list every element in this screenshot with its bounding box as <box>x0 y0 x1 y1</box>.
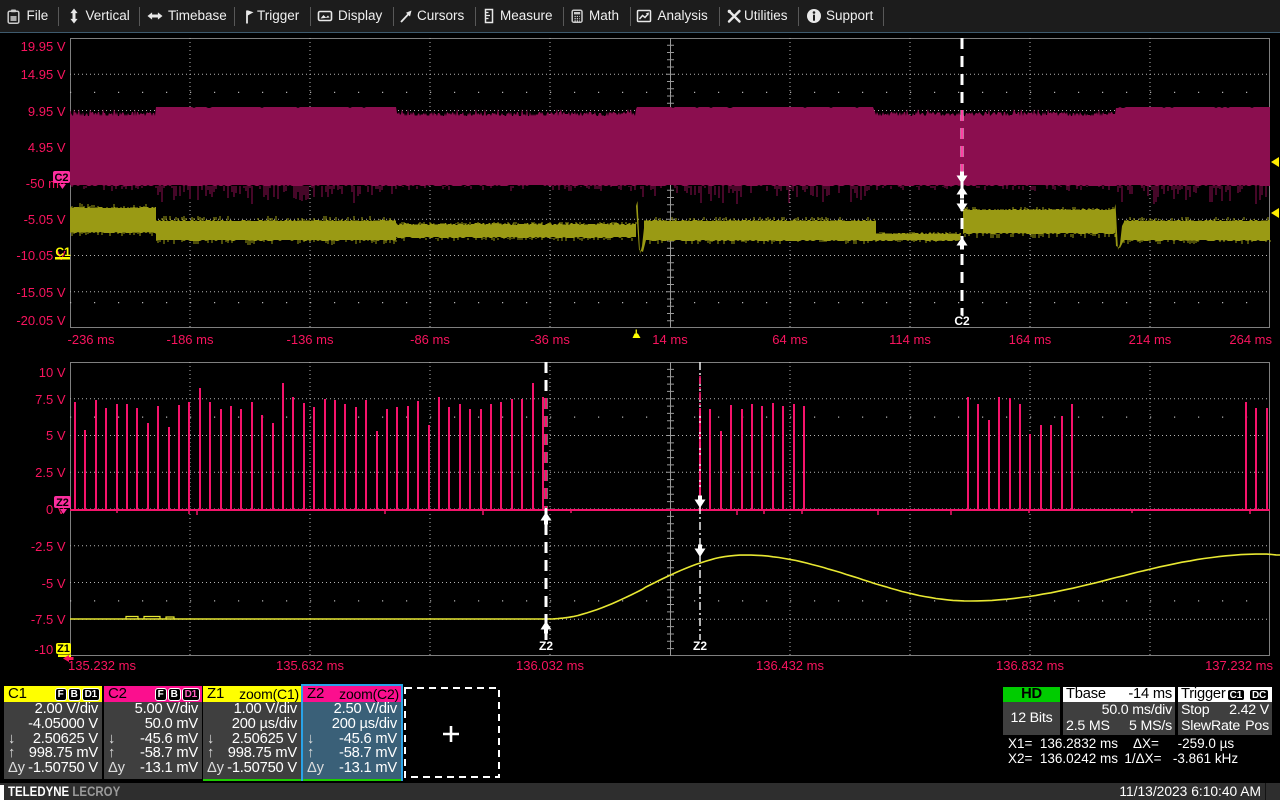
svg-text:Z1: Z1 <box>57 643 70 655</box>
svg-text:-7.5 V: -7.5 V <box>31 612 66 627</box>
svg-text:-186 ms: -186 ms <box>167 332 214 347</box>
svg-text:214 ms: 214 ms <box>1129 332 1172 347</box>
svg-text:264 ms: 264 ms <box>1229 332 1272 347</box>
svg-text:10 V: 10 V <box>39 365 66 380</box>
svg-text:Z2: Z2 <box>56 497 69 509</box>
svg-text:19.95 V: 19.95 V <box>21 39 66 54</box>
svg-text:Z2: Z2 <box>693 639 707 653</box>
svg-text:136.432 ms: 136.432 ms <box>756 658 824 673</box>
svg-text:136.032 ms: 136.032 ms <box>516 658 584 673</box>
svg-text:137.232 ms: 137.232 ms <box>1205 658 1273 673</box>
svg-text:-5.05 V: -5.05 V <box>24 212 66 227</box>
svg-text:Z2: Z2 <box>539 639 553 653</box>
svg-text:-20.05 V: -20.05 V <box>16 313 65 328</box>
svg-text:2.5 V: 2.5 V <box>35 465 66 480</box>
svg-text:-86 ms: -86 ms <box>410 332 450 347</box>
svg-text:135.632 ms: 135.632 ms <box>276 658 344 673</box>
svg-text:-36 ms: -36 ms <box>530 332 570 347</box>
svg-text:-236 ms: -236 ms <box>68 332 115 347</box>
svg-text:-5 V: -5 V <box>42 576 66 591</box>
svg-text:C2: C2 <box>54 172 68 184</box>
svg-text:164 ms: 164 ms <box>1009 332 1052 347</box>
svg-text:4.95 V: 4.95 V <box>28 140 66 155</box>
svg-text:136.832 ms: 136.832 ms <box>996 658 1064 673</box>
svg-text:-136 ms: -136 ms <box>287 332 334 347</box>
svg-text:7.5 V: 7.5 V <box>35 392 66 407</box>
svg-text:-15.05 V: -15.05 V <box>16 285 65 300</box>
svg-text:135.232 ms: 135.232 ms <box>68 658 136 673</box>
svg-text:C2: C2 <box>954 314 970 328</box>
svg-text:64 ms: 64 ms <box>772 332 808 347</box>
svg-text:114 ms: 114 ms <box>889 332 931 347</box>
svg-text:-2.5 V: -2.5 V <box>31 539 66 554</box>
svg-text:C1: C1 <box>55 245 71 259</box>
svg-text:14 ms: 14 ms <box>652 332 688 347</box>
svg-text:5 V: 5 V <box>46 428 66 443</box>
svg-text:14.95 V: 14.95 V <box>21 67 66 82</box>
svg-text:9.95 V: 9.95 V <box>28 104 66 119</box>
